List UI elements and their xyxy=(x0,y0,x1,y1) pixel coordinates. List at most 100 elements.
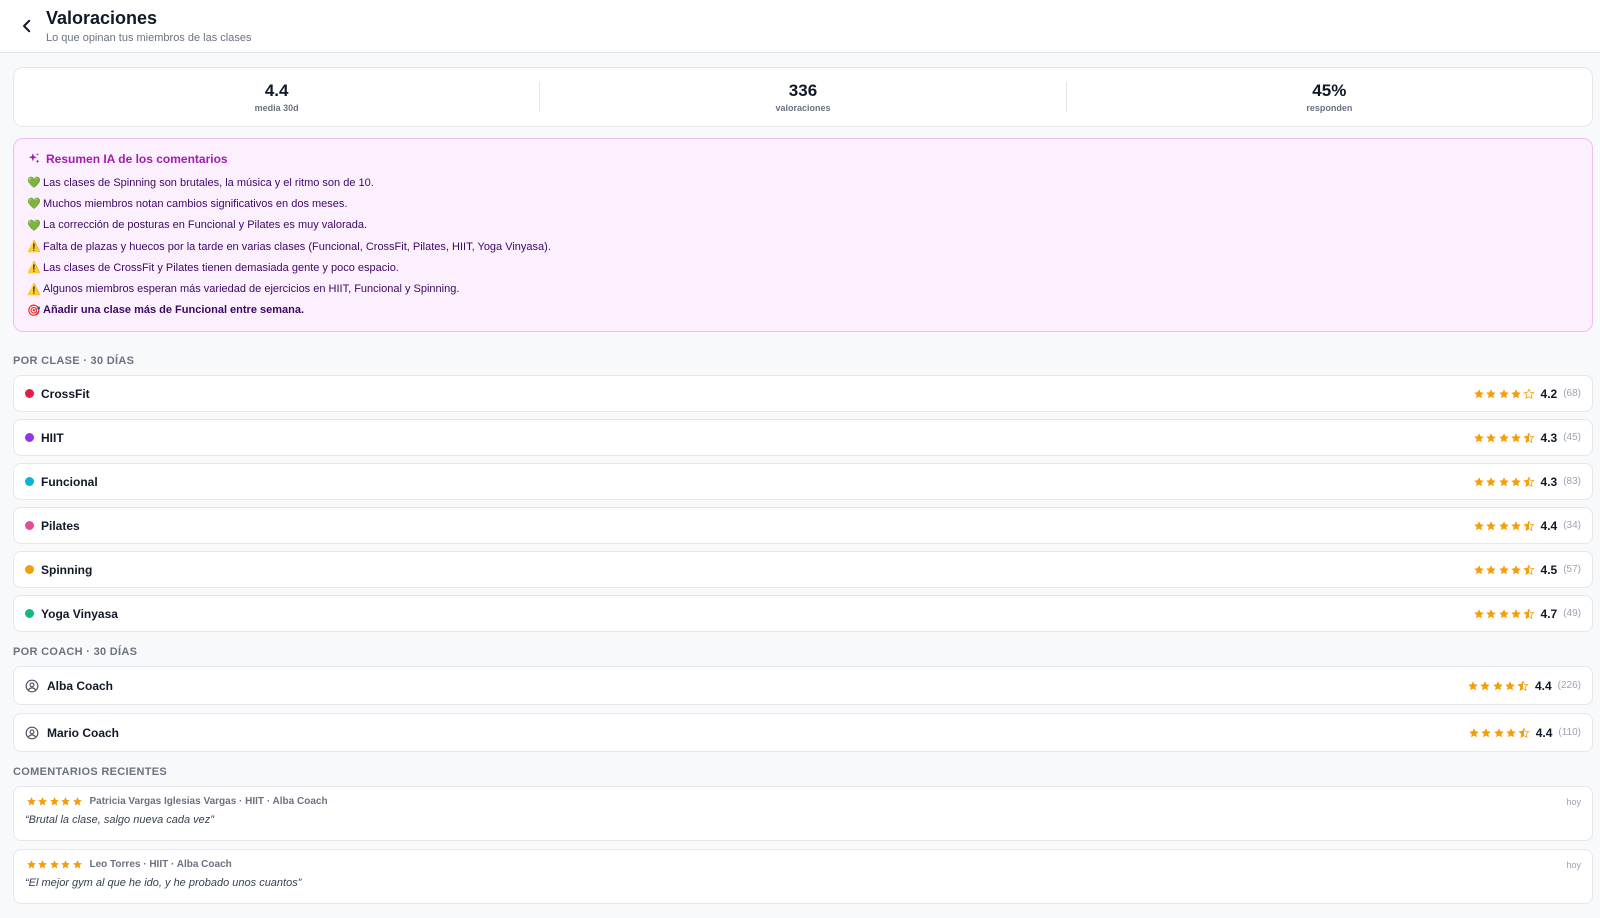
comment-time: hoy xyxy=(1566,859,1581,870)
star-icon xyxy=(1486,608,1496,618)
rating-value: 4.4 xyxy=(1535,725,1553,740)
class-row[interactable]: CrossFit 4.2 (68) xyxy=(13,375,1593,412)
class-rating: 4.5 (57) xyxy=(1472,563,1581,577)
ai-summary-item: ⚠️ Algunos miembros esperan más variedad … xyxy=(27,278,1579,299)
ai-summary-text: Las clases de CrossFit y Pilates tienen … xyxy=(43,261,399,274)
rating-value: 4.4 xyxy=(1540,518,1558,533)
rating-count: (83) xyxy=(1563,476,1581,487)
ai-summary-title: Resumen IA de los comentarios xyxy=(27,152,1579,166)
user-circle-icon xyxy=(25,726,39,739)
star-icon xyxy=(49,797,59,806)
star-icon xyxy=(1473,520,1484,530)
back-button[interactable] xyxy=(16,15,38,37)
star-rating xyxy=(1472,431,1535,444)
star-icon xyxy=(1498,432,1509,442)
star-icon xyxy=(1511,608,1521,618)
class-row[interactable]: Funcional 4.3 (83) xyxy=(13,463,1593,500)
stat-label: responden xyxy=(1306,102,1353,113)
ai-summary-text: Las clases de Spinning son brutales, la … xyxy=(43,176,374,189)
ai-summary-text: Añadir una clase más de Funcional entre … xyxy=(43,304,305,317)
star-icon xyxy=(1480,680,1491,690)
class-color-dot xyxy=(25,389,34,398)
star-rating xyxy=(1472,475,1535,488)
star-rating xyxy=(25,796,83,807)
warning-icon: ⚠️ xyxy=(27,262,41,275)
star-icon xyxy=(1498,564,1509,574)
star-icon xyxy=(1522,519,1535,531)
section-title-by-class: POR CLASE · 30 DÍAS xyxy=(13,355,135,367)
star-icon xyxy=(72,797,82,806)
star-icon xyxy=(1511,388,1521,398)
comment-card: Leo Torres · HIIT · Alba Coach hoy “El m… xyxy=(13,849,1593,904)
class-color-dot xyxy=(25,609,34,618)
comment-time: hoy xyxy=(1566,796,1581,807)
comment-meta: Leo Torres · HIIT · Alba Coach xyxy=(89,859,232,870)
class-row[interactable]: Spinning 4.5 (57) xyxy=(13,551,1593,588)
comment-header: Patricia Vargas Iglesias Vargas · HIIT ·… xyxy=(25,796,1581,807)
coach-row[interactable]: Mario Coach 4.4 (110) xyxy=(13,713,1593,752)
star-rating xyxy=(1467,726,1530,739)
star-icon xyxy=(38,860,47,869)
rating-count: (68) xyxy=(1563,388,1581,399)
coach-row[interactable]: Alba Coach 4.4 (226) xyxy=(13,666,1593,705)
comment-text: “Brutal la clase, salgo nueva cada vez” xyxy=(25,814,214,826)
class-name: CrossFit xyxy=(41,386,90,401)
class-row[interactable]: HIIT 4.3 (45) xyxy=(13,419,1593,456)
stat-label: valoraciones xyxy=(775,102,831,113)
class-rating: 4.3 (45) xyxy=(1472,431,1581,445)
star-icon xyxy=(1486,476,1496,486)
class-color-dot xyxy=(25,565,34,574)
ai-summary-title-text: Resumen IA de los comentarios xyxy=(46,152,228,166)
comment-list: Patricia Vargas Iglesias Vargas · HIIT ·… xyxy=(13,786,1593,904)
rating-count: (45) xyxy=(1563,432,1581,443)
ai-summary-item: ⚠️ Las clases de CrossFit y Pilates tiene… xyxy=(27,257,1579,278)
class-row[interactable]: Pilates 4.4 (34) xyxy=(13,507,1593,544)
ai-summary-recommendation: 🎯 Añadir una clase más de Funcional entre… xyxy=(27,300,1579,321)
star-icon xyxy=(61,797,70,806)
class-name: Pilates xyxy=(41,518,80,533)
star-icon xyxy=(1473,476,1484,486)
section-title-by-coach: POR COACH · 30 DÍAS xyxy=(13,646,138,658)
stat-average: 4.4 media 30d xyxy=(14,81,539,113)
class-color-dot xyxy=(25,433,34,442)
stat-label: media 30d xyxy=(254,102,299,113)
rating-count: (34) xyxy=(1563,520,1581,531)
star-icon xyxy=(1493,727,1504,737)
coach-rating: 4.4 (226) xyxy=(1466,679,1581,693)
ai-summary-item: 💚 La corrección de posturas en Funcional … xyxy=(27,215,1579,236)
comment-text: “El mejor gym al que he ido, y he probad… xyxy=(25,877,302,889)
star-icon xyxy=(1511,432,1521,442)
star-icon xyxy=(38,797,47,806)
app-header: Valoraciones Lo que opinan tus miembros … xyxy=(0,0,1600,53)
main-content: 4.4 media 30d 336 valoraciones 45% respo… xyxy=(0,53,1600,904)
star-icon xyxy=(1511,476,1521,486)
star-icon xyxy=(1486,564,1496,574)
star-icon xyxy=(1522,387,1535,399)
rating-count: (110) xyxy=(1558,727,1581,738)
star-icon xyxy=(1473,564,1484,574)
ai-summary-text: Muchos miembros notan cambios significat… xyxy=(43,197,348,210)
ai-summary-text: Falta de plazas y huecos por la tarde en… xyxy=(43,240,551,253)
class-row[interactable]: Yoga Vinyasa 4.7 (49) xyxy=(13,595,1593,632)
green-heart-icon: 💚 xyxy=(27,219,41,232)
ai-summary-item: 💚 Muchos miembros notan cambios significa… xyxy=(27,193,1579,214)
star-icon xyxy=(1506,727,1516,737)
ai-summary-item: ⚠️ Falta de plazas y huecos por la tarde … xyxy=(27,236,1579,257)
rating-value: 4.3 xyxy=(1540,430,1558,445)
class-color-dot xyxy=(25,521,34,530)
star-icon xyxy=(1522,475,1535,487)
chevron-left-icon xyxy=(23,19,31,33)
star-icon xyxy=(1481,727,1491,737)
coach-list: Alba Coach 4.4 (226) Mario Coach 4.4 (11… xyxy=(13,666,1593,752)
class-color-dot xyxy=(25,477,34,486)
star-icon xyxy=(1486,388,1496,398)
star-icon xyxy=(26,797,36,806)
star-icon xyxy=(1522,431,1535,443)
rating-value: 4.4 xyxy=(1534,678,1552,693)
star-icon xyxy=(61,860,70,869)
star-icon xyxy=(1505,680,1516,690)
stat-value: 45% xyxy=(1312,80,1347,100)
stats-card: 4.4 media 30d 336 valoraciones 45% respo… xyxy=(13,67,1593,127)
class-name: Spinning xyxy=(41,562,93,577)
rating-count: (57) xyxy=(1563,564,1581,575)
